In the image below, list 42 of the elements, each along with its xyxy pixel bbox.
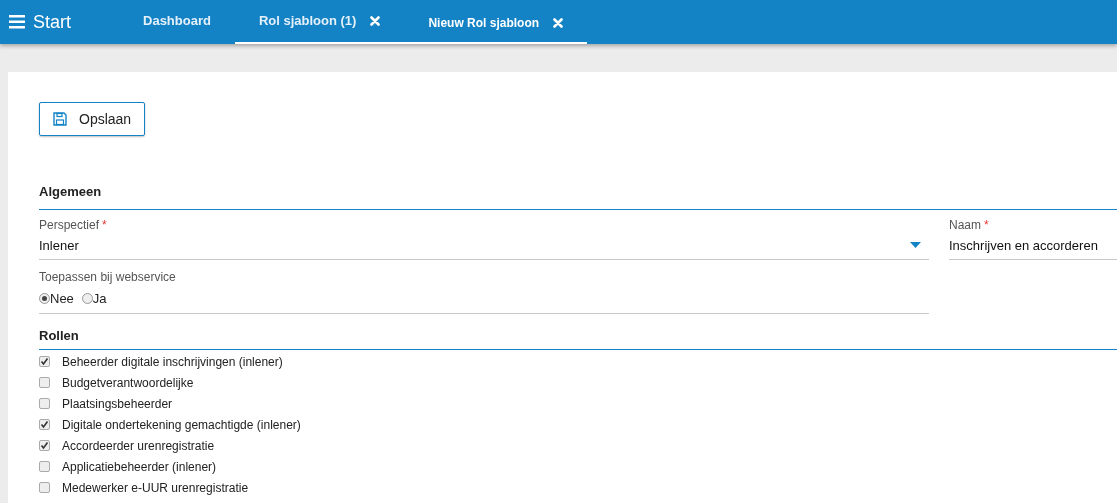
close-icon[interactable]	[553, 18, 564, 28]
required-mark: *	[102, 216, 107, 234]
save-icon	[53, 112, 67, 126]
input-field[interactable]: Naam * Inschrijven en accorderen	[949, 215, 1117, 260]
role-checkbox-row[interactable]: Accordeerder urenregistratie	[39, 435, 1117, 456]
menu-button[interactable]: Start	[0, 0, 85, 44]
radio[interactable]	[81, 293, 93, 305]
checkbox[interactable]	[39, 419, 50, 430]
select-field[interactable]: Perspectief * Inlener	[39, 215, 929, 260]
tab[interactable]: Dashboard	[119, 0, 235, 44]
section-header: Algemeen	[39, 182, 1117, 210]
tab[interactable]: Nieuw Rol sjabloon	[404, 0, 588, 44]
field-value: Inschrijven en accorderen	[949, 236, 1098, 255]
field-label: Naam	[949, 216, 981, 234]
radio[interactable]	[39, 293, 50, 305]
checkbox[interactable]	[39, 440, 50, 451]
role-checkbox-row[interactable]: Applicatiebeheerder (inlener)	[39, 456, 1117, 477]
role-checkbox-row[interactable]: Digitale ondertekening gemachtigde (inlener)	[39, 414, 1117, 435]
tab-label: Dashboard	[143, 12, 211, 31]
save-button[interactable]: Opslaan	[39, 102, 146, 136]
radio-option[interactable]: Ja	[81, 289, 107, 309]
role-checkbox-row[interactable]: Medewerker e-UUR urenregistratie	[39, 477, 1117, 498]
close-icon[interactable]	[370, 16, 381, 26]
field-label: Toepassen bij webservice	[39, 269, 177, 286]
tab-label: Nieuw Rol sjabloon	[428, 15, 540, 32]
tab[interactable]: Rol sjabloon (1)	[234, 0, 405, 44]
menu-icon	[9, 15, 25, 29]
dropdown-caret-icon[interactable]	[910, 242, 921, 249]
role-checkbox-row[interactable]: Budgetverantwoordelijke	[39, 372, 1117, 393]
checkbox[interactable]	[39, 356, 50, 367]
field-label: Perspectief	[39, 216, 100, 234]
required-mark: *	[984, 216, 989, 234]
role-checkbox-row[interactable]: Plaatsingsbeheerder	[39, 393, 1117, 414]
role-checkbox-row[interactable]: Beheerder digitale inschrijvingen (inlener)	[39, 351, 1117, 372]
checkbox[interactable]	[39, 461, 50, 472]
checkbox[interactable]	[39, 377, 50, 388]
section-header: Rollen	[39, 325, 1117, 350]
radio-option[interactable]: Nee	[39, 289, 74, 309]
checkbox[interactable]	[39, 482, 50, 493]
tab-label: Rol sjabloon (1)	[258, 12, 357, 31]
field-value: Inlener	[39, 236, 79, 255]
checkbox[interactable]	[39, 398, 50, 409]
